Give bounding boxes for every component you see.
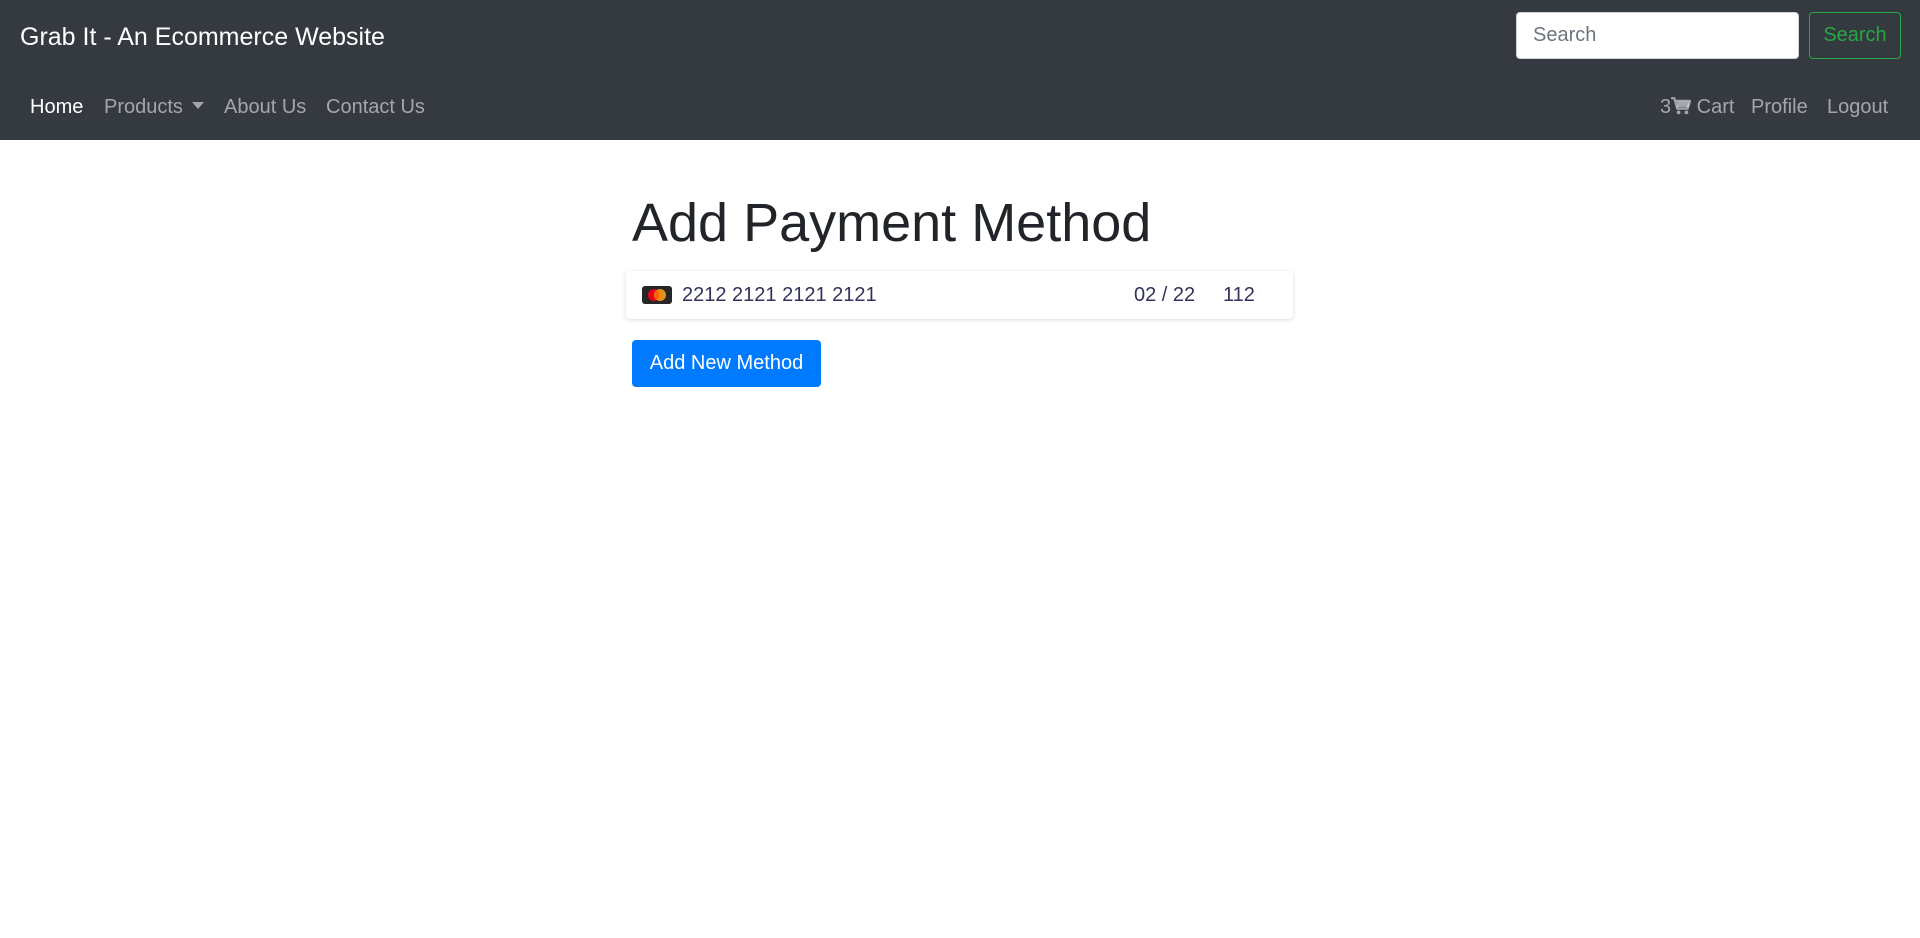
top-navbar: Grab It - An Ecommerce Website Search Ho… <box>0 0 1920 140</box>
nav-logout[interactable]: Logout <box>1827 92 1888 122</box>
card-cvc-field[interactable]: 112 <box>1223 280 1255 310</box>
nav-contact-us[interactable]: Contact Us <box>326 92 425 122</box>
page-title: Add Payment Method <box>632 193 1152 253</box>
add-new-method-button[interactable]: Add New Method <box>632 340 821 387</box>
card-element[interactable]: 2212 2121 2121 2121 02 / 22 112 <box>626 271 1293 319</box>
search-button[interactable]: Search <box>1809 12 1901 59</box>
nav-about-us[interactable]: About Us <box>224 92 306 122</box>
card-expiry-field[interactable]: 02 / 22 <box>1134 280 1195 310</box>
nav-products-label: Products <box>104 96 183 118</box>
nav-cart[interactable]: 3 Cart <box>1660 92 1734 122</box>
shopping-cart-icon <box>1671 94 1692 124</box>
card-number-field[interactable]: 2212 2121 2121 2121 <box>682 280 877 310</box>
nav-profile[interactable]: Profile <box>1751 92 1808 122</box>
mastercard-icon <box>642 286 672 304</box>
brand-title[interactable]: Grab It - An Ecommerce Website <box>20 20 385 54</box>
nav-products-dropdown[interactable]: Products <box>104 92 204 122</box>
nav-home[interactable]: Home <box>30 92 83 122</box>
cart-label: Cart <box>1691 96 1735 118</box>
search-input[interactable] <box>1516 12 1799 59</box>
caret-down-icon <box>191 102 204 109</box>
cart-count: 3 <box>1660 96 1672 118</box>
